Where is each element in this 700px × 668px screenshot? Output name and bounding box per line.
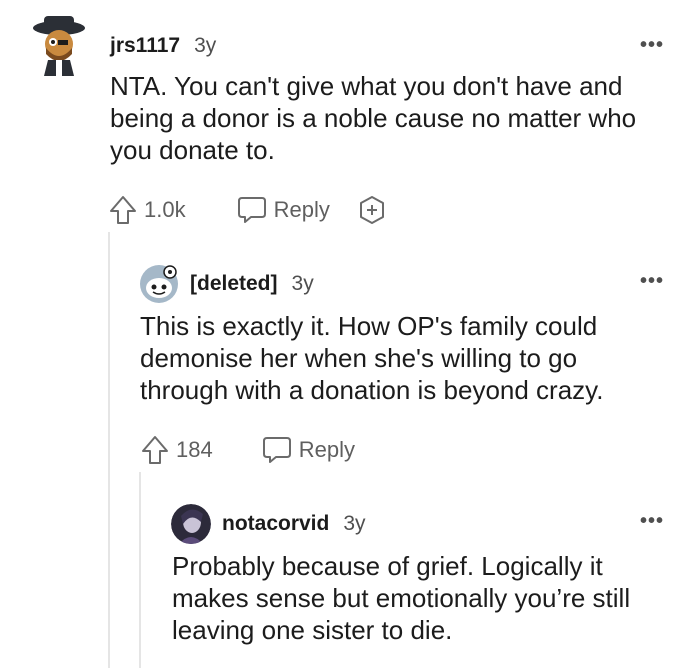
- comment-age: 3y: [343, 512, 366, 535]
- speech-bubble-icon: [262, 437, 291, 463]
- comment-body: Probably because of grief. Logically it …: [172, 551, 631, 645]
- comment-deleted: [deleted] 3y ••• This is exactly it. How…: [0, 240, 700, 480]
- speech-bubble-icon: [237, 197, 266, 223]
- more-options-icon[interactable]: •••: [640, 34, 664, 57]
- reply-button[interactable]: Reply: [236, 195, 330, 225]
- avatar-image: [33, 16, 85, 76]
- author-name[interactable]: [deleted]: [190, 272, 278, 296]
- reply-label: Reply: [298, 437, 355, 462]
- more-options-icon[interactable]: •••: [640, 510, 664, 533]
- avatar-image: [171, 504, 211, 544]
- reply-label: Reply: [273, 197, 330, 222]
- vote-count: 1.0k: [144, 197, 186, 222]
- avatar[interactable]: [32, 14, 86, 76]
- upvote-button[interactable]: 184: [140, 434, 213, 466]
- comment-age: 3y: [291, 272, 314, 295]
- comment-meta: [deleted] 3y: [190, 272, 314, 296]
- award-button[interactable]: [356, 194, 388, 226]
- avatar[interactable]: [171, 504, 211, 544]
- comment-body: NTA. You can't give what you don't have …: [110, 71, 637, 165]
- comment-actions: 184 Reply: [140, 434, 355, 466]
- author-name[interactable]: notacorvid: [222, 512, 329, 536]
- avatar[interactable]: [139, 264, 179, 304]
- upvote-button[interactable]: 1.0k: [108, 194, 186, 226]
- comment-jrs1117: jrs1117 3y ••• NTA. You can't give what …: [0, 0, 700, 240]
- upvote-arrow-icon: [142, 436, 168, 464]
- vote-count: 184: [176, 437, 213, 462]
- upvote-arrow-icon: [110, 196, 136, 224]
- more-options-icon[interactable]: •••: [640, 270, 664, 293]
- reply-button[interactable]: Reply: [261, 435, 355, 465]
- comment-actions: 1.0k Reply: [108, 194, 388, 226]
- comment-age: 3y: [194, 34, 217, 57]
- comment-notacorvid: notacorvid 3y ••• Probably because of gr…: [0, 480, 700, 668]
- snoo-avatar-icon: [140, 265, 178, 303]
- comment-meta: notacorvid 3y: [222, 512, 366, 536]
- author-name[interactable]: jrs1117: [110, 34, 180, 58]
- award-plus-icon: [359, 196, 384, 224]
- comment-meta: jrs1117 3y: [110, 34, 216, 58]
- comment-body: This is exactly it. How OP's family coul…: [140, 311, 604, 405]
